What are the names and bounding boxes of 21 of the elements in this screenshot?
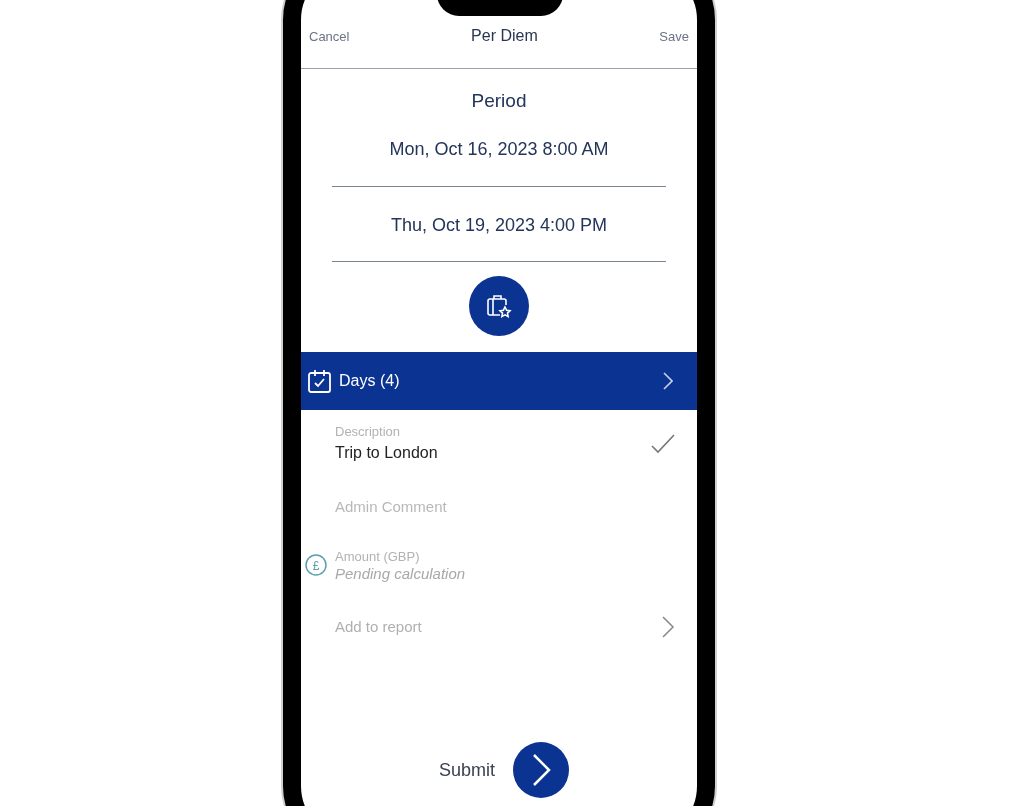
- field-label: Description: [335, 424, 402, 440]
- pound-icon: £: [305, 554, 327, 576]
- days-row[interactable]: Days (4): [301, 352, 697, 410]
- field-label: Amount (GBP): [335, 549, 421, 565]
- chevron-right-icon: [531, 753, 551, 787]
- checkmark-icon: [651, 434, 675, 454]
- period-title: Period: [470, 89, 528, 113]
- submit-button[interactable]: [513, 742, 569, 798]
- chevron-right-icon: [661, 615, 675, 639]
- chevron-right-icon: [663, 372, 673, 390]
- submit-label[interactable]: Submit: [439, 759, 495, 781]
- screen-title: Per Diem: [471, 27, 538, 45]
- amount-value: Pending calculation: [335, 565, 467, 583]
- suitcase-star-icon: [486, 294, 512, 318]
- description-value[interactable]: Trip to London: [335, 442, 651, 464]
- save-button[interactable]: Save: [659, 28, 689, 44]
- per-diem-button[interactable]: [469, 276, 529, 336]
- start-date-field[interactable]: Mon, Oct 16, 2023 8:00 AM: [332, 115, 666, 187]
- end-date-field[interactable]: Thu, Oct 19, 2023 4:00 PM: [332, 187, 666, 262]
- calendar-check-icon: [307, 368, 333, 394]
- cancel-button[interactable]: Cancel: [309, 28, 350, 44]
